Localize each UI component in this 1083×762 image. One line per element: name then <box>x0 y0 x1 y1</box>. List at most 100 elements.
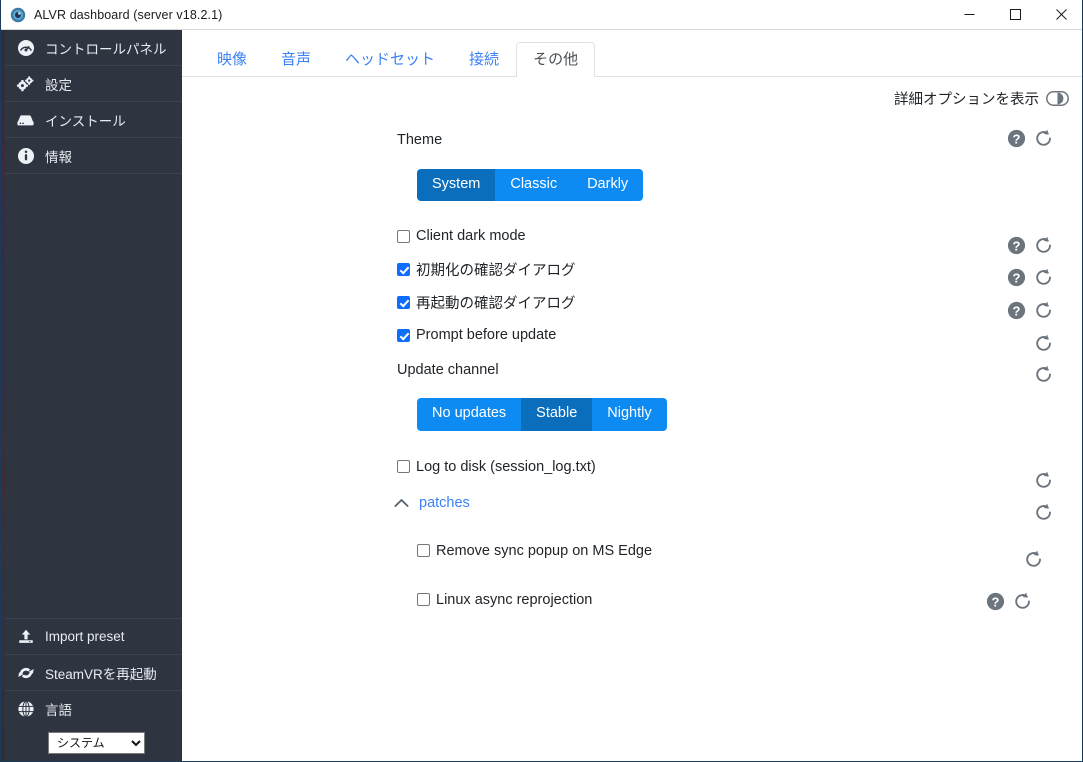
minimize-button[interactable] <box>946 0 992 30</box>
checkbox-label: Log to disk (session_log.txt) <box>416 458 596 475</box>
chevron-up-icon[interactable] <box>394 498 409 508</box>
checkbox-label: 再起動の確認ダイアログ <box>416 295 576 312</box>
sidebar: コントロールパネル 設定 インストール 情報 Import preset Ste… <box>5 30 182 761</box>
reset-arrow-icon[interactable] <box>1024 549 1044 569</box>
window-controls <box>946 0 1082 30</box>
sidebar-item-control-panel[interactable]: コントロールパネル <box>5 30 182 66</box>
prompt-before-update-row: Prompt before update <box>182 324 1082 346</box>
checkbox-label: Linux async reprojection <box>436 591 593 608</box>
reset-arrow-icon[interactable] <box>1013 591 1033 611</box>
sidebar-item-installation[interactable]: インストール <box>5 102 182 138</box>
tab-video[interactable]: 映像 <box>200 42 264 77</box>
close-button[interactable] <box>1038 0 1082 30</box>
advanced-options-label: 詳細オプションを表示 <box>894 92 1039 108</box>
tab-label: ヘッドセット <box>345 51 436 68</box>
reset-arrow-icon[interactable] <box>1034 470 1054 490</box>
sidebar-item-label: SteamVRを再起動 <box>45 666 157 682</box>
patch-linux-async-reprojection-actions: ? <box>986 591 1033 611</box>
help-circle-icon[interactable]: ? <box>1007 268 1026 287</box>
sidebar-item-label: 情報 <box>45 149 72 165</box>
client-dark-mode-row: Client dark mode <box>182 225 1082 247</box>
reset-arrow-icon[interactable] <box>1034 333 1054 353</box>
restart-confirm-dialog-checkbox[interactable]: 再起動の確認ダイアログ <box>397 292 576 313</box>
content-area: 映像 音声 ヘッドセット 接続 その他 詳細オプションを表示 Theme Sys… <box>182 30 1082 761</box>
seg-label: Darkly <box>587 176 629 192</box>
patch-linux-async-reprojection-row: Linux async reprojection <box>182 589 1082 611</box>
update-channel-option-no-updates[interactable]: No updates <box>417 398 522 431</box>
theme-label: Theme <box>397 132 443 148</box>
reset-confirm-dialog-checkbox[interactable]: 初期化の確認ダイアログ <box>397 259 576 280</box>
checkbox-box <box>417 544 430 558</box>
seg-label: Nightly <box>607 405 652 422</box>
gears-icon <box>16 74 35 93</box>
seg-label: Stable <box>536 405 578 422</box>
checkbox-box <box>397 295 410 309</box>
tab-connection[interactable]: 接続 <box>452 42 516 77</box>
sidebar-item-restart-steamvr[interactable]: SteamVRを再起動 <box>5 654 182 690</box>
client-dark-mode-actions: ? <box>1007 235 1054 255</box>
theme-option-darkly[interactable]: Darkly <box>572 169 644 202</box>
reset-arrow-icon[interactable] <box>1034 267 1054 287</box>
restart-confirm-dialog-actions: ? <box>1007 300 1054 320</box>
svg-text:?: ? <box>1013 303 1021 318</box>
prompt-before-update-actions <box>1034 333 1054 353</box>
tab-audio[interactable]: 音声 <box>264 42 328 77</box>
restart-confirm-dialog-row: 再起動の確認ダイアログ <box>182 291 1082 313</box>
checkbox-box <box>397 460 410 474</box>
patches-header-row: patches <box>182 492 1082 514</box>
tab-headset[interactable]: ヘッドセット <box>328 42 452 77</box>
help-circle-icon[interactable]: ? <box>986 592 1005 611</box>
help-circle-icon[interactable]: ? <box>1007 301 1026 320</box>
reset-confirm-dialog-actions: ? <box>1007 267 1054 287</box>
svg-text:?: ? <box>992 594 1000 609</box>
theme-option-classic[interactable]: Classic <box>495 169 573 202</box>
maximize-button[interactable] <box>992 0 1038 30</box>
theme-row: Theme <box>182 129 1082 151</box>
language-select[interactable]: システム <box>48 732 145 754</box>
update-channel-row: Update channel <box>182 359 1082 381</box>
checkbox-box <box>417 593 430 607</box>
globe-icon <box>16 699 35 718</box>
sidebar-item-label: 設定 <box>45 77 72 93</box>
update-channel-option-nightly[interactable]: Nightly <box>592 398 667 431</box>
client-dark-mode-checkbox[interactable]: Client dark mode <box>397 228 526 244</box>
log-to-disk-actions <box>1034 470 1054 490</box>
reset-arrow-icon[interactable] <box>1034 502 1054 522</box>
patch-linux-async-reprojection-checkbox[interactable]: Linux async reprojection <box>417 592 592 608</box>
checkbox-label: Remove sync popup on MS Edge <box>436 542 653 559</box>
help-circle-icon[interactable]: ? <box>1007 236 1026 255</box>
log-to-disk-checkbox[interactable]: Log to disk (session_log.txt) <box>397 459 596 475</box>
sidebar-item-settings[interactable]: 設定 <box>5 66 182 102</box>
patches-actions <box>1034 502 1054 522</box>
help-circle-icon[interactable]: ? <box>1007 129 1026 148</box>
theme-option-system[interactable]: System <box>417 169 496 202</box>
alvr-logo-icon <box>10 7 26 23</box>
sidebar-item-language[interactable]: 言語 <box>5 690 182 726</box>
checkbox-box <box>397 262 410 276</box>
reset-arrow-icon[interactable] <box>1034 235 1054 255</box>
update-channel-option-stable[interactable]: Stable <box>521 398 593 431</box>
reset-confirm-dialog-row: 初期化の確認ダイアログ <box>182 258 1082 280</box>
update-channel-label: Update channel <box>397 362 499 379</box>
alvr-dashboard-window: ALVR dashboard (server v18.2.1) コントロールパネ… <box>0 0 1083 762</box>
tab-label: 映像 <box>217 51 248 68</box>
sidebar-item-import-preset[interactable]: Import preset <box>5 618 182 654</box>
seg-label: No updates <box>432 405 507 422</box>
svg-text:?: ? <box>1013 131 1021 146</box>
tab-bar: 映像 音声 ヘッドセット 接続 その他 <box>182 30 1082 77</box>
reset-arrow-icon[interactable] <box>1034 300 1054 320</box>
window-title: ALVR dashboard (server v18.2.1) <box>34 7 223 22</box>
patch-remove-sync-popup-checkbox[interactable]: Remove sync popup on MS Edge <box>417 543 652 559</box>
tab-other[interactable]: その他 <box>516 42 596 77</box>
toggle-switch-icon[interactable] <box>1046 91 1069 106</box>
advanced-options-row[interactable]: 詳細オプションを表示 <box>182 77 1082 109</box>
title-bar: ALVR dashboard (server v18.2.1) <box>1 0 1082 30</box>
prompt-before-update-checkbox[interactable]: Prompt before update <box>397 327 556 343</box>
reset-arrow-icon[interactable] <box>1034 128 1054 148</box>
checkbox-box <box>397 229 410 243</box>
reset-arrow-icon[interactable] <box>1034 364 1054 384</box>
sidebar-item-info[interactable]: 情報 <box>5 138 182 174</box>
refresh-icon <box>16 663 35 682</box>
patches-link[interactable]: patches <box>419 495 470 511</box>
